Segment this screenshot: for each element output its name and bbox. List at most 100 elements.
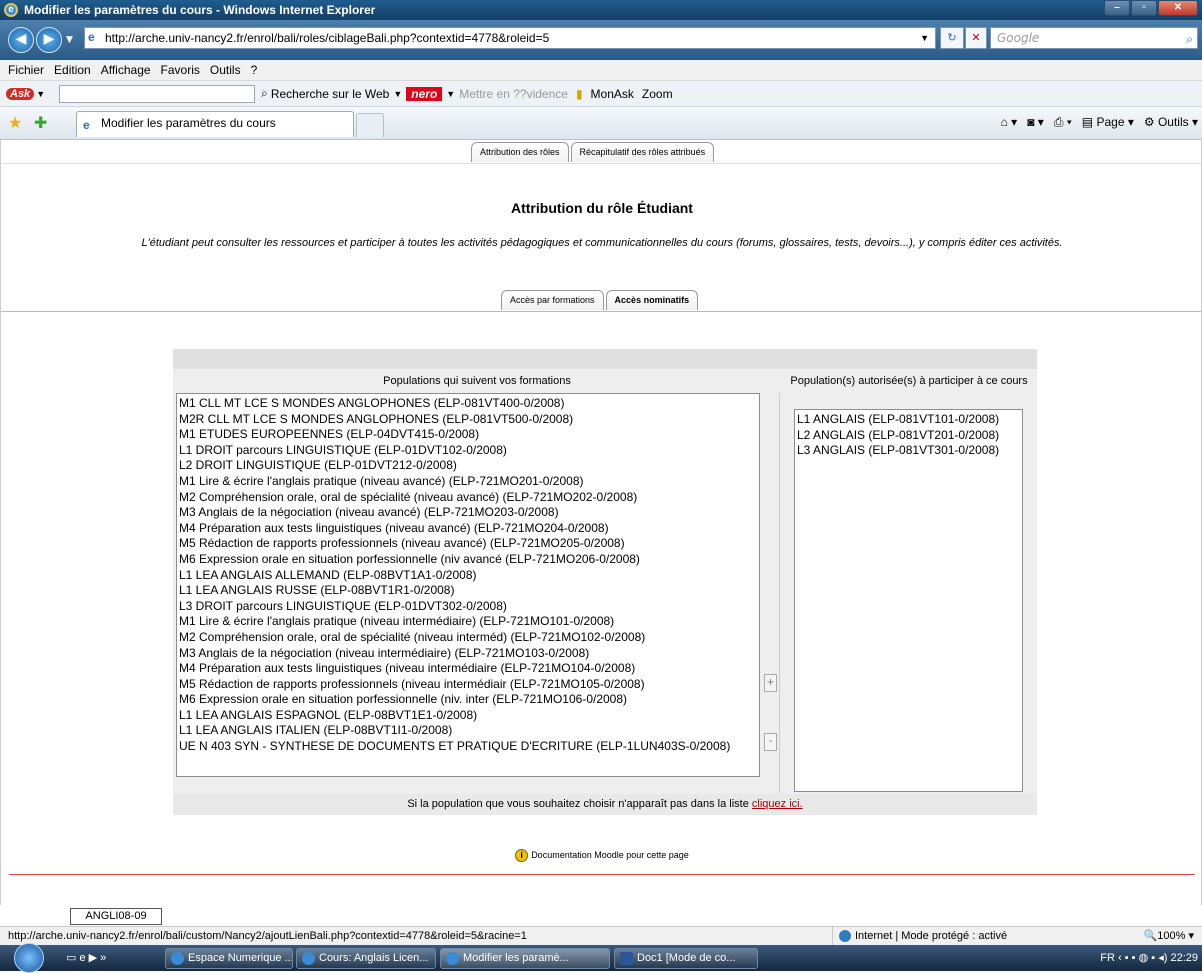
population-option[interactable]: L1 LEA ANGLAIS RUSSE (ELP-08BVT1R1-0/200… bbox=[179, 583, 757, 599]
task-espace-numerique[interactable]: Espace Numerique ... bbox=[165, 948, 293, 969]
highlighter-icon[interactable]: ▮ bbox=[576, 87, 583, 101]
population-option[interactable]: L2 DROIT LINGUISTIQUE (ELP-01DVT212-0/20… bbox=[179, 458, 757, 474]
population-option[interactable]: L1 DROIT parcours LINGUISTIQUE (ELP-01DV… bbox=[179, 443, 757, 459]
menu-fichier[interactable]: Fichier bbox=[8, 63, 44, 77]
menu-edition[interactable]: Edition bbox=[54, 63, 91, 77]
ask-search-input[interactable] bbox=[59, 84, 256, 103]
menu-affichage[interactable]: Affichage bbox=[101, 63, 151, 77]
search-icon[interactable]: ⌕ bbox=[1186, 29, 1193, 49]
favorites-star-icon[interactable]: ★ bbox=[8, 113, 22, 133]
zoom-button[interactable]: Zoom bbox=[642, 87, 673, 101]
tab-title: Modifier les paramètres du cours bbox=[101, 116, 276, 130]
population-option[interactable]: M4 Préparation aux tests linguistiques (… bbox=[179, 661, 757, 677]
authorized-population-option[interactable]: L2 ANGLAIS (ELP-081VT201-0/2008) bbox=[797, 428, 1020, 444]
menu-help[interactable]: ? bbox=[251, 63, 258, 77]
population-option[interactable]: M3 Anglais de la négociation (niveau ava… bbox=[179, 505, 757, 521]
population-option[interactable]: M2 Compréhension orale, oral de spéciali… bbox=[179, 490, 757, 506]
search-web-button[interactable]: Recherche sur le Web bbox=[271, 87, 390, 101]
population-option[interactable]: L1 LEA ANGLAIS ITALIEN (ELP-08BVT1I1-0/2… bbox=[179, 723, 757, 739]
address-input[interactable]: e http://arche.univ-nancy2.fr/enrol/bali… bbox=[84, 27, 936, 49]
highlight-button[interactable]: Mettre en ??vidence bbox=[459, 87, 568, 101]
search-placeholder: Google bbox=[997, 31, 1040, 45]
monask-button[interactable]: MonAsk bbox=[591, 87, 634, 101]
stop-button[interactable]: ✕ bbox=[965, 27, 987, 49]
new-tab-button[interactable] bbox=[356, 113, 384, 137]
page-icon: e bbox=[88, 30, 95, 44]
search-dropdown-icon[interactable]: ▼ bbox=[393, 89, 402, 99]
language-indicator[interactable]: FR bbox=[1100, 952, 1115, 964]
tray-icons[interactable]: ‹ ▪ ▪ ◍ ▪ ◂) bbox=[1118, 952, 1170, 964]
page-content: Attribution des rôles Récapitulatif des … bbox=[0, 140, 1202, 925]
close-button[interactable]: ✕ bbox=[1158, 0, 1198, 16]
security-zone[interactable]: Internet | Mode protégé : activé bbox=[832, 927, 1052, 945]
status-bar: http://arche.univ-nancy2.fr/enrol/bali/c… bbox=[0, 926, 1202, 945]
authorized-population-option[interactable]: L1 ANGLAIS (ELP-081VT101-0/2008) bbox=[797, 412, 1020, 428]
tab-acces-nominatifs[interactable]: Accès nominatifs bbox=[605, 290, 699, 310]
authorized-population-option[interactable]: L3 ANGLAIS (ELP-081VT301-0/2008) bbox=[797, 443, 1020, 459]
task-doc1[interactable]: Doc1 [Mode de co... bbox=[614, 948, 758, 969]
add-button[interactable]: + bbox=[764, 674, 777, 692]
population-option[interactable]: M6 Expression orale en situation porfess… bbox=[179, 692, 757, 708]
quicklaunch-icons[interactable]: ▭ e ▶ » bbox=[66, 951, 106, 964]
zoom-level[interactable]: 🔍100% ▾ bbox=[1144, 927, 1194, 945]
population-option[interactable]: M1 Lire & écrire l'anglais pratique (niv… bbox=[179, 474, 757, 490]
population-option[interactable]: L3 DROIT parcours LINGUISTIQUE (ELP-01DV… bbox=[179, 599, 757, 615]
population-option[interactable]: M4 Préparation aux tests linguistiques (… bbox=[179, 521, 757, 537]
column-divider bbox=[779, 393, 780, 793]
address-dropdown-icon[interactable]: ▼ bbox=[920, 28, 929, 48]
minimize-button[interactable]: – bbox=[1104, 0, 1130, 16]
home-icon[interactable]: ⌂ ▾ bbox=[1001, 115, 1018, 130]
menu-outils[interactable]: Outils bbox=[210, 63, 241, 77]
ask-logo[interactable]: Ask bbox=[6, 87, 35, 100]
population-option[interactable]: M3 Anglais de la négociation (niveau int… bbox=[179, 646, 757, 662]
left-list-header: Populations qui suivent vos formations bbox=[383, 375, 571, 387]
refresh-button[interactable]: ↻ bbox=[940, 27, 964, 49]
population-option[interactable]: L1 LEA ANGLAIS ALLEMAND (ELP-08BVT1A1-0/… bbox=[179, 568, 757, 584]
tab-bar: ★ ✚ e Modifier les paramètres du cours ⌂… bbox=[0, 107, 1202, 140]
authorized-populations-list[interactable]: L1 ANGLAIS (ELP-081VT101-0/2008) L2 ANGLA… bbox=[794, 409, 1023, 792]
moodle-doc-link[interactable]: i Documentation Moodle pour cette page bbox=[1, 849, 1202, 862]
add-favorites-icon[interactable]: ✚ bbox=[34, 113, 47, 133]
available-populations-list[interactable]: M1 CLL MT LCE S MONDES ANGLOPHONES (ELP-… bbox=[176, 393, 760, 777]
tab-acces-formations[interactable]: Accès par formations bbox=[501, 290, 604, 310]
tab-attribution-roles[interactable]: Attribution des rôles bbox=[471, 142, 569, 162]
role-tabs: Attribution des rôles Récapitulatif des … bbox=[471, 142, 716, 162]
tab-recapitulatif-roles[interactable]: Récapitulatif des rôles attribués bbox=[570, 142, 715, 162]
history-dropdown-icon[interactable]: ▼ bbox=[66, 35, 73, 45]
ask-dropdown-icon[interactable]: ▼ bbox=[36, 89, 45, 99]
click-here-link[interactable]: cliquez ici. bbox=[752, 798, 803, 810]
population-option[interactable]: M2 Compréhension orale, oral de spéciali… bbox=[179, 630, 757, 646]
nero-dropdown-icon[interactable]: ▼ bbox=[446, 89, 455, 99]
print-icon[interactable]: ⎙ ▾ bbox=[1054, 115, 1072, 130]
feeds-icon[interactable]: ◙ ▾ bbox=[1027, 115, 1044, 130]
info-icon: i bbox=[515, 849, 529, 862]
remove-button[interactable]: - bbox=[764, 733, 777, 751]
population-option[interactable]: UE N 403 SYN - SYNTHESE DE DOCUMENTS ET … bbox=[179, 739, 757, 755]
task-cours-anglais[interactable]: Cours: Anglais Licen... bbox=[296, 948, 436, 969]
globe-icon bbox=[839, 930, 851, 943]
tools-menu[interactable]: ⚙ Outils ▾ bbox=[1144, 115, 1198, 130]
forward-button[interactable]: ▶ bbox=[36, 27, 62, 53]
task-modifier-parametres[interactable]: Modifier les paramè... bbox=[440, 948, 610, 969]
population-option[interactable]: M1 CLL MT LCE S MONDES ANGLOPHONES (ELP-… bbox=[179, 396, 757, 412]
maximize-button[interactable]: ▫ bbox=[1131, 0, 1157, 16]
population-option[interactable]: M2R CLL MT LCE S MONDES ANGLOPHONES (ELP… bbox=[179, 412, 757, 428]
page-menu[interactable]: ▤ Page ▾ bbox=[1082, 115, 1134, 130]
tab-modifier-parametres[interactable]: e Modifier les paramètres du cours bbox=[76, 111, 354, 137]
magnifier-icon: ⌕ bbox=[261, 86, 268, 100]
population-option[interactable]: M6 Expression orale en situation porfess… bbox=[179, 552, 757, 568]
population-option[interactable]: M5 Rédaction de rapports professionnels … bbox=[179, 677, 757, 693]
back-button[interactable]: ◀ bbox=[8, 27, 34, 53]
right-list-header: Population(s) autorisée(s) à participer … bbox=[790, 375, 1028, 387]
population-option[interactable]: M1 ETUDES EUROPEENNES (ELP-04DVT415-0/20… bbox=[179, 427, 757, 443]
clock[interactable]: 22:29 bbox=[1170, 952, 1198, 964]
page-icon: e bbox=[83, 118, 90, 132]
nero-logo[interactable]: nero bbox=[406, 86, 443, 101]
start-button[interactable] bbox=[14, 943, 44, 973]
course-shortname-button[interactable]: ANGLI08-09 bbox=[70, 908, 162, 925]
menu-favoris[interactable]: Favoris bbox=[161, 63, 200, 77]
population-option[interactable]: M1 Lire & écrire l'anglais pratique (niv… bbox=[179, 614, 757, 630]
population-option[interactable]: L1 LEA ANGLAIS ESPAGNOL (ELP-08BVT1E1-0/… bbox=[179, 708, 757, 724]
search-input[interactable]: Google ⌕ bbox=[990, 27, 1198, 49]
population-option[interactable]: M5 Rédaction de rapports professionnels … bbox=[179, 536, 757, 552]
